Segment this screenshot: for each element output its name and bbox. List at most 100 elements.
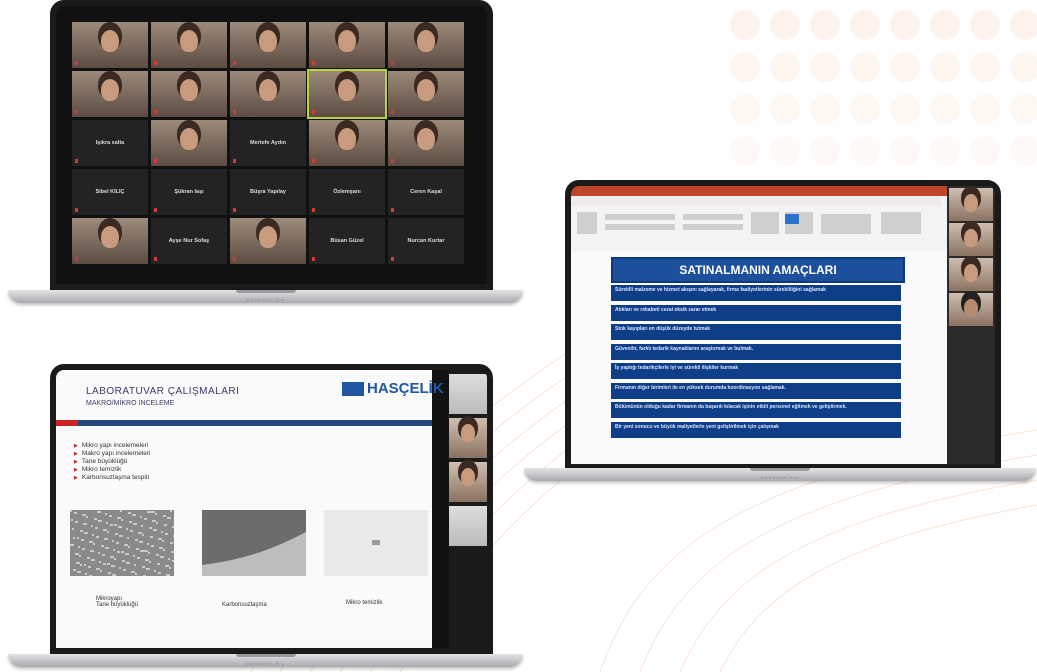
decorative-dot: [810, 94, 840, 124]
participant-name-tile[interactable]: Nurcan Kurtar: [388, 218, 464, 264]
participant-name: Ceren Kaşal: [410, 189, 442, 195]
participant-video-tile[interactable]: [230, 218, 306, 264]
participant-video-tile[interactable]: [72, 218, 148, 264]
laptop-brand-label: MACBOOK Pro: [760, 475, 800, 480]
laptop-base: MACBOOK Pro: [8, 654, 523, 667]
laptop-brand-label: MACBOOK Pro: [246, 661, 285, 666]
company-logo: HASÇELİK: [342, 378, 444, 400]
mic-muted-icon: [154, 159, 157, 163]
decorative-dot: [930, 136, 960, 166]
slide-bullet: İş yaptığı tedarikçilerle iyi ve sürekli…: [611, 363, 901, 379]
participant-face: [338, 79, 356, 101]
decorative-dot: [970, 10, 1000, 40]
decorative-dot: [810, 10, 840, 40]
participant-face: [180, 128, 198, 150]
participant-thumbnail: [449, 374, 487, 414]
mic-muted-icon: [75, 110, 78, 114]
participant-video-tile[interactable]: [151, 120, 227, 166]
decorative-dot: [810, 136, 840, 166]
participant-video-tile[interactable]: [309, 120, 385, 166]
decorative-dot: [890, 94, 920, 124]
bullet-item: Tane büyüklüğü: [74, 458, 151, 466]
participant-name: Ayşe Nur Sofaş: [168, 238, 210, 244]
micrograph-image: [202, 510, 306, 576]
decorative-dot: [850, 52, 880, 82]
decorative-dot: [890, 52, 920, 82]
participant-name-tile[interactable]: Mertefe Aydın: [230, 120, 306, 166]
bullet-item: Mikro temizlik: [74, 466, 151, 474]
decorative-dot: [730, 94, 760, 124]
slide-bullet: Bir yeni sonucu ve büyük maliyetlerle ye…: [611, 421, 901, 438]
slide-title: LABORATUVAR ÇALIŞMALARI: [86, 386, 240, 397]
slide-bullet: Bölümünün olduğu kadar firmanın da başar…: [611, 402, 901, 418]
participant-video-tile[interactable]: [388, 22, 464, 68]
mic-muted-icon: [233, 208, 236, 212]
participant-video-tile[interactable]: [307, 69, 387, 119]
participant-face: [259, 30, 277, 52]
decorative-dot: [1010, 94, 1037, 124]
participant-video-tile[interactable]: [72, 22, 148, 68]
decorative-dot: [730, 52, 760, 82]
participant-face: [101, 30, 119, 52]
participant-face: [259, 226, 277, 248]
decorative-dot: [930, 52, 960, 82]
participant-name-tile[interactable]: Özlemşanı: [309, 169, 385, 215]
mic-muted-icon: [312, 159, 315, 163]
participant-name-tile[interactable]: Sibel KILIÇ: [72, 169, 148, 215]
participant-name-tile[interactable]: Ayşe Nur Sofaş: [151, 218, 227, 264]
ribbon-tools: [571, 196, 941, 234]
participant-name: Özlemşanı: [333, 189, 361, 195]
participant-name: Sibel KILIÇ: [95, 189, 125, 195]
mic-muted-icon: [312, 208, 315, 212]
laptop-screen: SATINALMANIN AMAÇLARI Süreklli malzeme v…: [565, 180, 1001, 470]
laptop-video-call: Işıkra salta Mertefe Aydın Sibel KILIÇ Şükr…: [8, 0, 523, 305]
participant-video-tile[interactable]: [230, 22, 306, 68]
participant-video-tile[interactable]: [388, 71, 464, 117]
participant-video-tile[interactable]: [388, 120, 464, 166]
participant-thumbnail: [449, 418, 487, 458]
decorative-dot: [770, 94, 800, 124]
participant-name-tile[interactable]: Şükran Iaşı: [151, 169, 227, 215]
image-caption: Karbonsuzlaşma: [222, 602, 267, 608]
decorative-dot: [1010, 136, 1037, 166]
decorative-dot: [970, 94, 1000, 124]
participant-thumbnail: [449, 506, 487, 546]
participant-face: [101, 226, 119, 248]
decorative-dot: [770, 10, 800, 40]
participant-video-tile[interactable]: [72, 71, 148, 117]
decorative-dot: [970, 52, 1000, 82]
mic-muted-icon: [154, 110, 157, 114]
mic-muted-icon: [312, 257, 315, 261]
participant-name-tile[interactable]: Işıkra salta: [72, 120, 148, 166]
mic-muted-icon: [154, 61, 157, 65]
participant-grid: Işıkra salta Mertefe Aydın Sibel KILIÇ Şükr…: [72, 22, 468, 272]
participant-face: [417, 128, 435, 150]
participant-face: [180, 30, 198, 52]
participant-name-tile[interactable]: Büşra Yapılay: [230, 169, 306, 215]
participant-video-tile[interactable]: [309, 22, 385, 68]
participant-video-tile[interactable]: [151, 71, 227, 117]
participant-name: Büsan Güzel: [330, 238, 364, 244]
participant-name: Şükran Iaşı: [174, 189, 204, 195]
micrograph-image: [324, 510, 428, 576]
slide-title: SATINALMANIN AMAÇLARI: [611, 257, 905, 283]
participant-name-tile[interactable]: Ceren Kaşal: [388, 169, 464, 215]
participant-thumbnail: [949, 258, 993, 291]
participant-face: [338, 30, 356, 52]
participant-name: Nurcan Kurtar: [407, 238, 445, 244]
slide-divider: [56, 420, 432, 426]
participant-name-tile[interactable]: Büsan Güzel: [309, 218, 385, 264]
participant-sidebar: [449, 370, 487, 648]
participant-face: [180, 79, 198, 101]
mic-muted-icon: [154, 208, 157, 212]
slide-bullet: Süreklli malzeme ve hizmet akışını sağla…: [611, 285, 901, 301]
decorative-dot: [810, 52, 840, 82]
slide-bullet: Atıkları ve rekabeti cezai eksik zarar e…: [611, 304, 901, 321]
decorative-dot: [1010, 52, 1037, 82]
participant-video-tile[interactable]: [230, 71, 306, 117]
participant-video-tile[interactable]: [151, 22, 227, 68]
slide-bullet: Stok kayıpları en düşük düzeyde tutmak: [611, 324, 901, 340]
decorative-dot: [850, 10, 880, 40]
mic-muted-icon: [233, 110, 236, 114]
mic-muted-icon: [391, 61, 394, 65]
